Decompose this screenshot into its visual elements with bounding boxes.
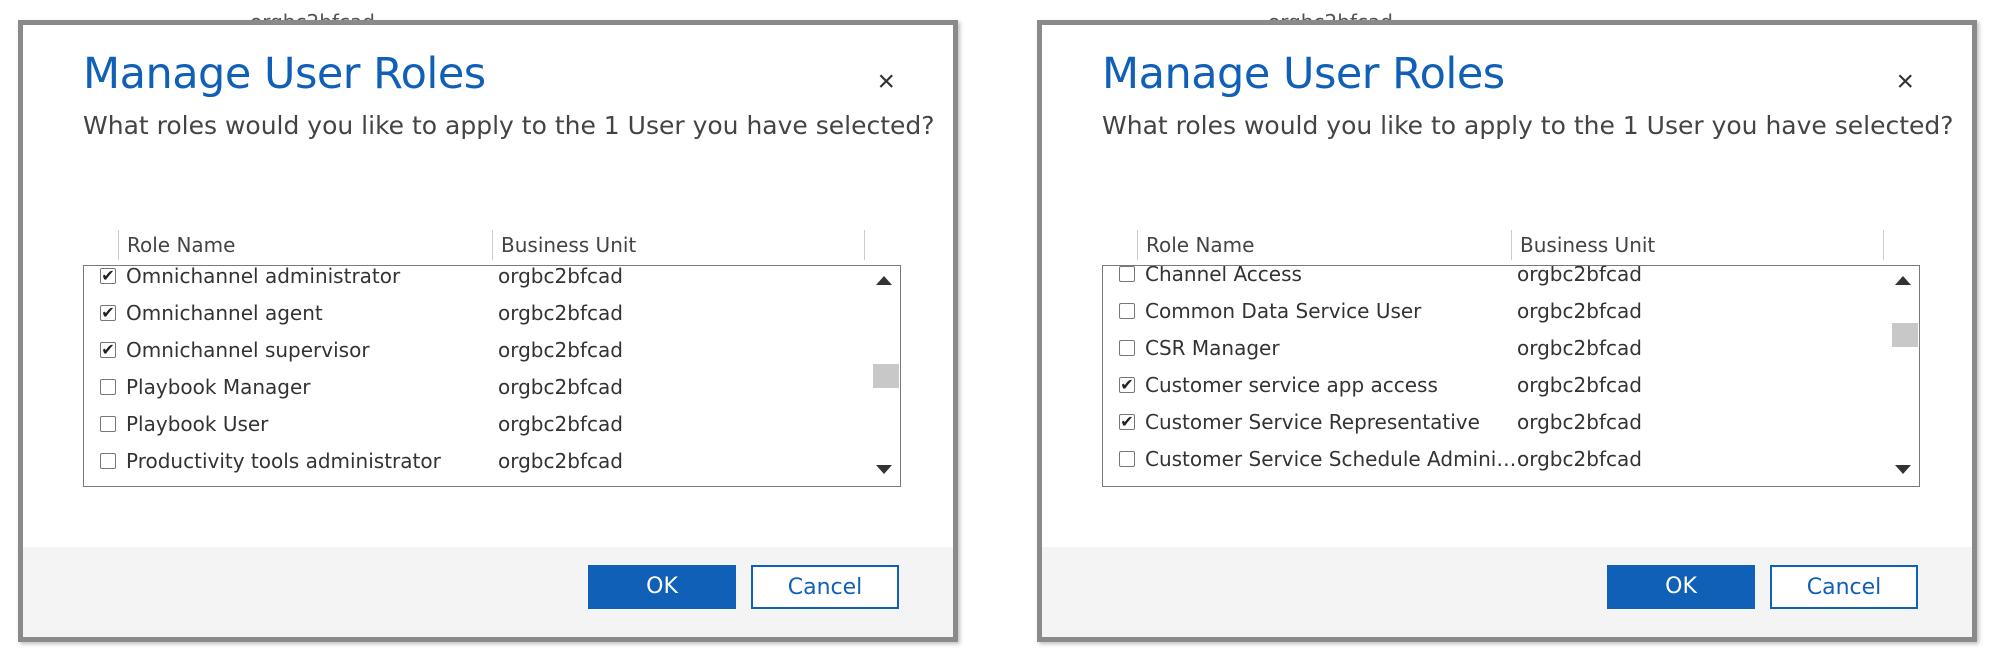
role-row[interactable]: Playbook User orgbc2bfcad xyxy=(84,406,870,443)
role-name: Omnichannel agent xyxy=(126,301,323,325)
role-name: Customer service app access xyxy=(1145,373,1438,397)
dialog-subtitle: What roles would you like to apply to th… xyxy=(1102,111,1954,140)
business-unit: orgbc2bfcad xyxy=(498,412,623,436)
role-name: Customer Service Scheduler xyxy=(1145,478,1520,486)
scroll-down-icon[interactable] xyxy=(1895,465,1911,474)
role-row[interactable]: Playbook Manager orgbc2bfcad xyxy=(84,369,870,406)
dialog-footer: OK Cancel xyxy=(1042,547,1972,637)
role-row[interactable]: Customer Service Schedule Administrat...… xyxy=(1103,441,1889,478)
checkbox-checked[interactable]: ✔ xyxy=(1119,377,1135,393)
ok-button[interactable]: OK xyxy=(1607,565,1755,609)
cancel-button[interactable]: Cancel xyxy=(751,565,899,609)
dialog-footer: OK Cancel xyxy=(23,547,953,637)
business-unit: orgbc2bfcad xyxy=(1517,447,1642,471)
role-row[interactable]: ✔ Omnichannel administrator orgbc2bfcad xyxy=(84,265,870,295)
business-unit: orgbc2bfcad xyxy=(498,265,623,288)
role-row[interactable]: CSR Manager orgbc2bfcad xyxy=(1103,330,1889,367)
role-name: Channel Access xyxy=(1145,265,1302,286)
business-unit: orgbc2bfcad xyxy=(498,375,623,399)
column-divider xyxy=(864,230,865,260)
manage-user-roles-dialog: Manage User Roles What roles would you l… xyxy=(1037,20,1977,642)
dialog-subtitle: What roles would you like to apply to th… xyxy=(83,111,935,140)
role-row[interactable]: Common Data Service User orgbc2bfcad xyxy=(1103,293,1889,330)
checkbox-unchecked[interactable] xyxy=(100,379,116,395)
role-row[interactable]: ✔ Omnichannel agent orgbc2bfcad xyxy=(84,295,870,332)
roles-rows: Channel Access orgbc2bfcad Common Data Ser… xyxy=(1103,265,1889,486)
business-unit: orgbc2bfcad xyxy=(1517,478,1642,486)
role-name: Omnichannel administrator xyxy=(126,265,401,288)
roles-rows: ✔ Omnichannel administrator orgbc2bfcad ✔ Om… xyxy=(84,265,870,480)
business-unit: orgbc2bfcad xyxy=(1517,336,1642,360)
checkbox-checked[interactable]: ✔ xyxy=(100,305,116,321)
role-name: Playbook User xyxy=(126,412,269,436)
dialog-title: Manage User Roles xyxy=(83,49,486,99)
business-unit: orgbc2bfcad xyxy=(498,449,623,473)
role-name: Playbook Manager xyxy=(126,375,311,399)
cancel-button[interactable]: Cancel xyxy=(1770,565,1918,609)
business-unit: orgbc2bfcad xyxy=(1517,299,1642,323)
column-divider xyxy=(1883,230,1884,260)
role-row[interactable]: ✔ Customer Service Representative orgbc2bf… xyxy=(1103,404,1889,441)
dialog-title: Manage User Roles xyxy=(1102,49,1505,99)
close-icon[interactable]: × xyxy=(877,67,895,97)
role-row[interactable]: Customer Service Schedulerorgbc2bfcad xyxy=(1103,478,1889,486)
column-header-business-unit[interactable]: Business Unit xyxy=(1511,230,1883,260)
column-header-role-name[interactable]: Role Name xyxy=(1137,230,1511,260)
column-header-business-unit[interactable]: Business Unit xyxy=(492,230,864,260)
scroll-up-icon[interactable] xyxy=(1895,276,1911,285)
role-row[interactable]: Channel Access orgbc2bfcad xyxy=(1103,265,1889,293)
scroll-down-icon[interactable] xyxy=(876,465,892,474)
business-unit: orgbc2bfcad xyxy=(1517,410,1642,434)
role-name: Customer Service Schedule Administrat... xyxy=(1145,447,1520,471)
role-row[interactable]: Productivity tools administrator orgbc2bf… xyxy=(84,443,870,480)
roles-list[interactable]: Channel Access orgbc2bfcad Common Data Ser… xyxy=(1102,265,1920,487)
checkbox-checked[interactable]: ✔ xyxy=(100,342,116,358)
manage-user-roles-dialog: Manage User Roles What roles would you l… xyxy=(18,20,958,642)
scrollbar[interactable] xyxy=(870,266,900,486)
checkbox-unchecked[interactable] xyxy=(1119,303,1135,319)
checkbox-unchecked[interactable] xyxy=(100,453,116,469)
checkbox-unchecked[interactable] xyxy=(1119,451,1135,467)
ok-button[interactable]: OK xyxy=(588,565,736,609)
role-name: Omnichannel supervisor xyxy=(126,338,370,362)
business-unit: orgbc2bfcad xyxy=(498,338,623,362)
scroll-thumb[interactable] xyxy=(873,364,899,388)
column-header-role-name[interactable]: Role Name xyxy=(118,230,492,260)
business-unit: orgbc2bfcad xyxy=(1517,373,1642,397)
scroll-up-icon[interactable] xyxy=(876,276,892,285)
checkbox-checked[interactable]: ✔ xyxy=(100,268,116,284)
role-name: Productivity tools administrator xyxy=(126,449,441,473)
checkbox-unchecked[interactable] xyxy=(100,416,116,432)
checkbox-unchecked[interactable] xyxy=(1119,266,1135,282)
roles-list[interactable]: ✔ Omnichannel administrator orgbc2bfcad ✔ Om… xyxy=(83,265,901,487)
role-row[interactable]: ✔ Customer service app access orgbc2bfcad xyxy=(1103,367,1889,404)
checkbox-unchecked[interactable] xyxy=(1119,340,1135,356)
role-row[interactable]: ✔ Omnichannel supervisor orgbc2bfcad xyxy=(84,332,870,369)
business-unit: orgbc2bfcad xyxy=(1517,265,1642,286)
role-name: CSR Manager xyxy=(1145,336,1280,360)
checkbox-checked[interactable]: ✔ xyxy=(1119,414,1135,430)
role-name: Customer Service Representative xyxy=(1145,410,1480,434)
role-name: Common Data Service User xyxy=(1145,299,1422,323)
close-icon[interactable]: × xyxy=(1896,67,1914,97)
scroll-thumb[interactable] xyxy=(1892,323,1918,348)
business-unit: orgbc2bfcad xyxy=(498,301,623,325)
scrollbar[interactable] xyxy=(1889,266,1919,486)
